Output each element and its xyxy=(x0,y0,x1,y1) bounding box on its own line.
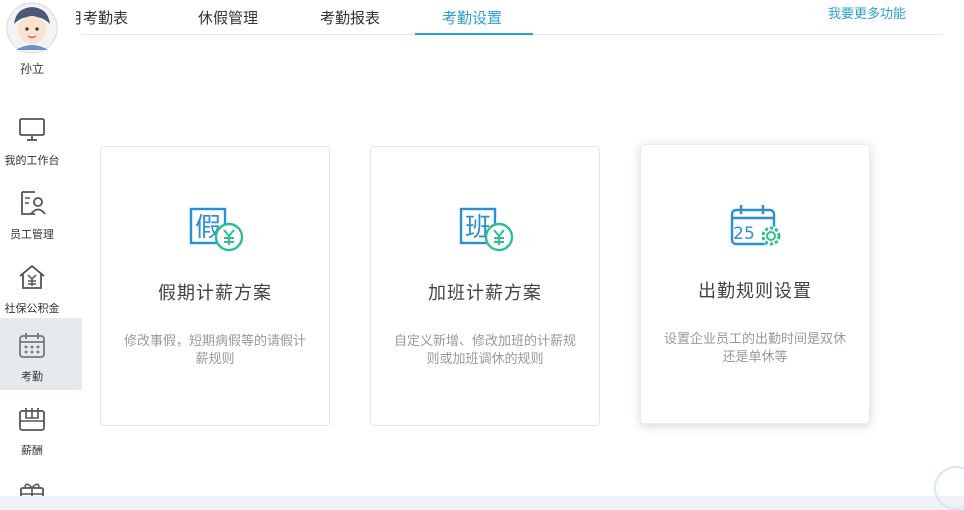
attendance-settings-icon: 25 xyxy=(730,205,781,246)
sidebar-item-label: 考勤 xyxy=(21,370,43,383)
card-attendance-rules[interactable]: 25 出勤规则设置 设置企业员工的出勤时间是双休还是单休等 xyxy=(640,144,870,424)
sidebar-item-employees[interactable]: 员工管理 xyxy=(0,176,82,248)
sidebar-item-workbench[interactable]: 我的工作台 xyxy=(0,102,82,174)
sidebar-item-social-security[interactable]: 社保公积金 xyxy=(0,250,82,322)
house-yen-icon xyxy=(19,264,45,289)
calendar-icon xyxy=(19,333,45,358)
sidebar-item-label: 我的工作台 xyxy=(4,154,60,167)
card-title: 假期计薪方案 xyxy=(158,283,272,304)
card-description: 修改事假，短期病假等的请假计薪规则 xyxy=(123,334,306,367)
main-content: 假 假期计薪方案 修改事假，短期病假等的请假计薪规则 班 加班计薪方案 自定义新… xyxy=(82,56,964,510)
leave-pay-icon: 假 xyxy=(189,207,244,252)
sidebar-item-benefits[interactable] xyxy=(0,466,82,496)
sidebar: 孙立 我的工作台 员工管理 社保公积金 考勤 薪酬 xyxy=(0,0,82,496)
sidebar-item-label: 社保公积金 xyxy=(4,302,60,315)
card-overtime-pay-scheme[interactable]: 班 加班计薪方案 自定义新增、修改加班的计薪规则或加班调休的规则 xyxy=(370,146,600,426)
wallet-icon xyxy=(19,408,45,431)
svg-text:25: 25 xyxy=(733,224,755,244)
card-title: 加班计薪方案 xyxy=(428,283,542,304)
floating-help-button[interactable] xyxy=(934,466,964,510)
employee-icon xyxy=(21,191,46,215)
card-description: 设置企业员工的出勤时间是双休还是单休等 xyxy=(663,332,846,365)
tab-attendance-settings[interactable]: 考勤设置 xyxy=(442,7,502,28)
sidebar-item-salary[interactable]: 薪酬 xyxy=(0,392,82,464)
card-title: 出勤规则设置 xyxy=(698,281,812,302)
sidebar-item-label: 薪酬 xyxy=(21,444,43,457)
tab-attendance-report[interactable]: 考勤报表 xyxy=(320,7,380,28)
sidebar-item-label: 员工管理 xyxy=(10,228,54,241)
sidebar-item-attendance[interactable]: 考勤 xyxy=(0,318,82,390)
overtime-pay-icon: 班 xyxy=(459,207,514,252)
monitor-icon xyxy=(19,118,45,141)
tab-monthly-attendance[interactable]: 月考勤表 xyxy=(76,7,158,28)
card-leave-pay-scheme[interactable]: 假 假期计薪方案 修改事假，短期病假等的请假计薪规则 xyxy=(100,146,330,426)
card-description: 自定义新增、修改加班的计薪规则或加班调休的规则 xyxy=(393,334,576,367)
more-features-link[interactable]: 我要更多功能 xyxy=(828,3,906,22)
active-tab-indicator xyxy=(415,33,533,35)
gift-icon xyxy=(20,483,44,496)
tab-leave-management[interactable]: 休假管理 xyxy=(198,7,258,28)
avatar[interactable] xyxy=(6,2,58,54)
user-name: 孙立 xyxy=(19,62,44,76)
